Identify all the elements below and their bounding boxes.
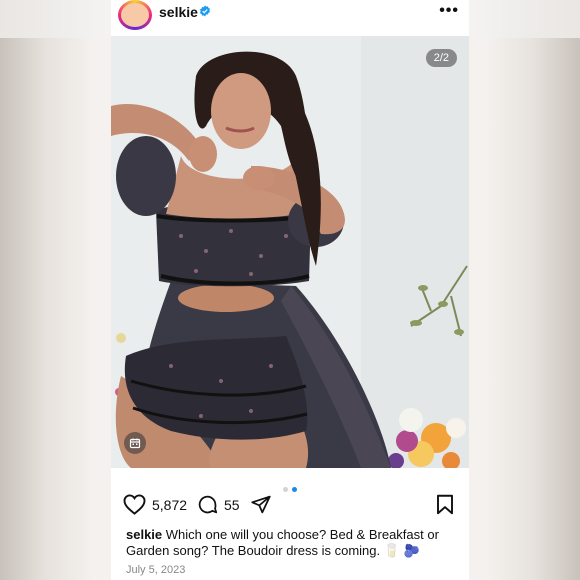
username[interactable]: selkie bbox=[159, 4, 198, 20]
like-action: 5,872 bbox=[123, 494, 187, 515]
photo-illustration bbox=[111, 36, 469, 468]
post-photo[interactable]: 2/2 bbox=[111, 36, 469, 468]
comment-count[interactable]: 55 bbox=[224, 497, 240, 513]
bookmark-icon[interactable] bbox=[436, 494, 454, 515]
post-caption: selkie Which one will you choose? Bed & … bbox=[126, 527, 461, 559]
post-header: selkie ••• bbox=[111, 0, 469, 36]
share-action bbox=[250, 494, 272, 515]
like-count[interactable]: 5,872 bbox=[152, 497, 187, 513]
post-date: July 5, 2023 bbox=[126, 564, 186, 576]
send-icon[interactable] bbox=[250, 494, 272, 515]
caption-text: Which one will you choose? Bed & Breakfa… bbox=[126, 527, 439, 558]
carousel-indicator bbox=[111, 479, 469, 492]
caption-username[interactable]: selkie bbox=[126, 527, 162, 542]
save-action bbox=[436, 494, 454, 515]
avatar[interactable] bbox=[118, 0, 152, 30]
image-counter: 2/2 bbox=[425, 49, 457, 67]
calendar-button[interactable] bbox=[124, 432, 146, 454]
more-options-button[interactable]: ••• bbox=[439, 2, 459, 20]
avatar-image bbox=[121, 3, 149, 27]
carousel-dot[interactable] bbox=[283, 487, 288, 492]
action-bar: 5,872 55 bbox=[111, 494, 469, 520]
post-card: selkie ••• 2/2 5,872 55 selkie Which one… bbox=[111, 0, 469, 580]
calendar-icon bbox=[129, 438, 141, 449]
comment-action: 55 bbox=[197, 494, 240, 515]
carousel-dot-active[interactable] bbox=[292, 487, 297, 492]
heart-icon[interactable] bbox=[123, 494, 146, 515]
comment-bubble-icon[interactable] bbox=[197, 494, 218, 515]
verified-badge-icon bbox=[200, 5, 210, 17]
